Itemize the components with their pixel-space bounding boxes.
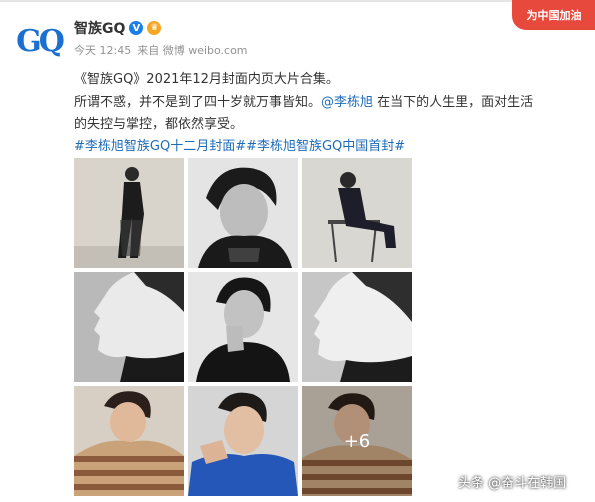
photo-thumbnail[interactable] — [74, 386, 184, 496]
avatar[interactable]: GQ — [14, 16, 65, 66]
photo-thumbnail[interactable] — [74, 158, 184, 268]
hashtag-line: #李栋旭智族GQ十二月封面##李栋旭智族GQ中国首封# — [74, 135, 405, 154]
mention-link[interactable]: @李栋旭 — [321, 95, 373, 110]
watermark: 头条 @奋斗在韩国 — [458, 476, 567, 491]
verified-icon: V — [129, 21, 144, 35]
more-photos-count[interactable]: +6 — [302, 386, 412, 496]
hashtag-link[interactable]: #李栋旭智族GQ十二月封面# — [74, 139, 246, 154]
photo-thumbnail[interactable] — [188, 272, 298, 382]
photo-thumbnail[interactable] — [188, 386, 298, 496]
photo-thumbnail[interactable] — [302, 158, 412, 268]
post-source[interactable]: 来自 微博 weibo.com — [137, 42, 247, 58]
photo-grid: +6 — [74, 158, 412, 500]
photo-thumbnail[interactable] — [188, 158, 298, 268]
cheer-badge: 为中国加油 — [512, 0, 595, 30]
author-row: 智族GQ V ♛ — [74, 18, 162, 38]
photo-thumbnail[interactable] — [74, 272, 184, 382]
author-name[interactable]: 智族GQ — [74, 18, 125, 38]
hashtag-link[interactable]: #李栋旭智族GQ中国首封# — [246, 139, 405, 154]
post-text-line-2: 所谓不惑，并不是到了四十岁就万事皆知。@李栋旭 在当下的人生里，面对生活 — [74, 91, 533, 110]
photo-thumbnail[interactable] — [302, 272, 412, 382]
post-text-line-3: 的失控与掌控，都依然享受。 — [74, 117, 244, 132]
post-text-segment: 在当下的人生里，面对生活 — [373, 95, 534, 110]
photo-thumbnail[interactable]: +6 — [302, 386, 412, 496]
post-meta: 今天 12:45 来自 微博 weibo.com — [74, 42, 248, 58]
top-border — [0, 0, 595, 2]
member-icon: ♛ — [147, 21, 162, 35]
post-time[interactable]: 今天 12:45 — [74, 42, 131, 58]
post-text-line-1: 《智族GQ》2021年12月封面内页大片合集。 — [74, 72, 339, 87]
post-text-segment: 所谓不惑，并不是到了四十岁就万事皆知。 — [74, 95, 322, 110]
